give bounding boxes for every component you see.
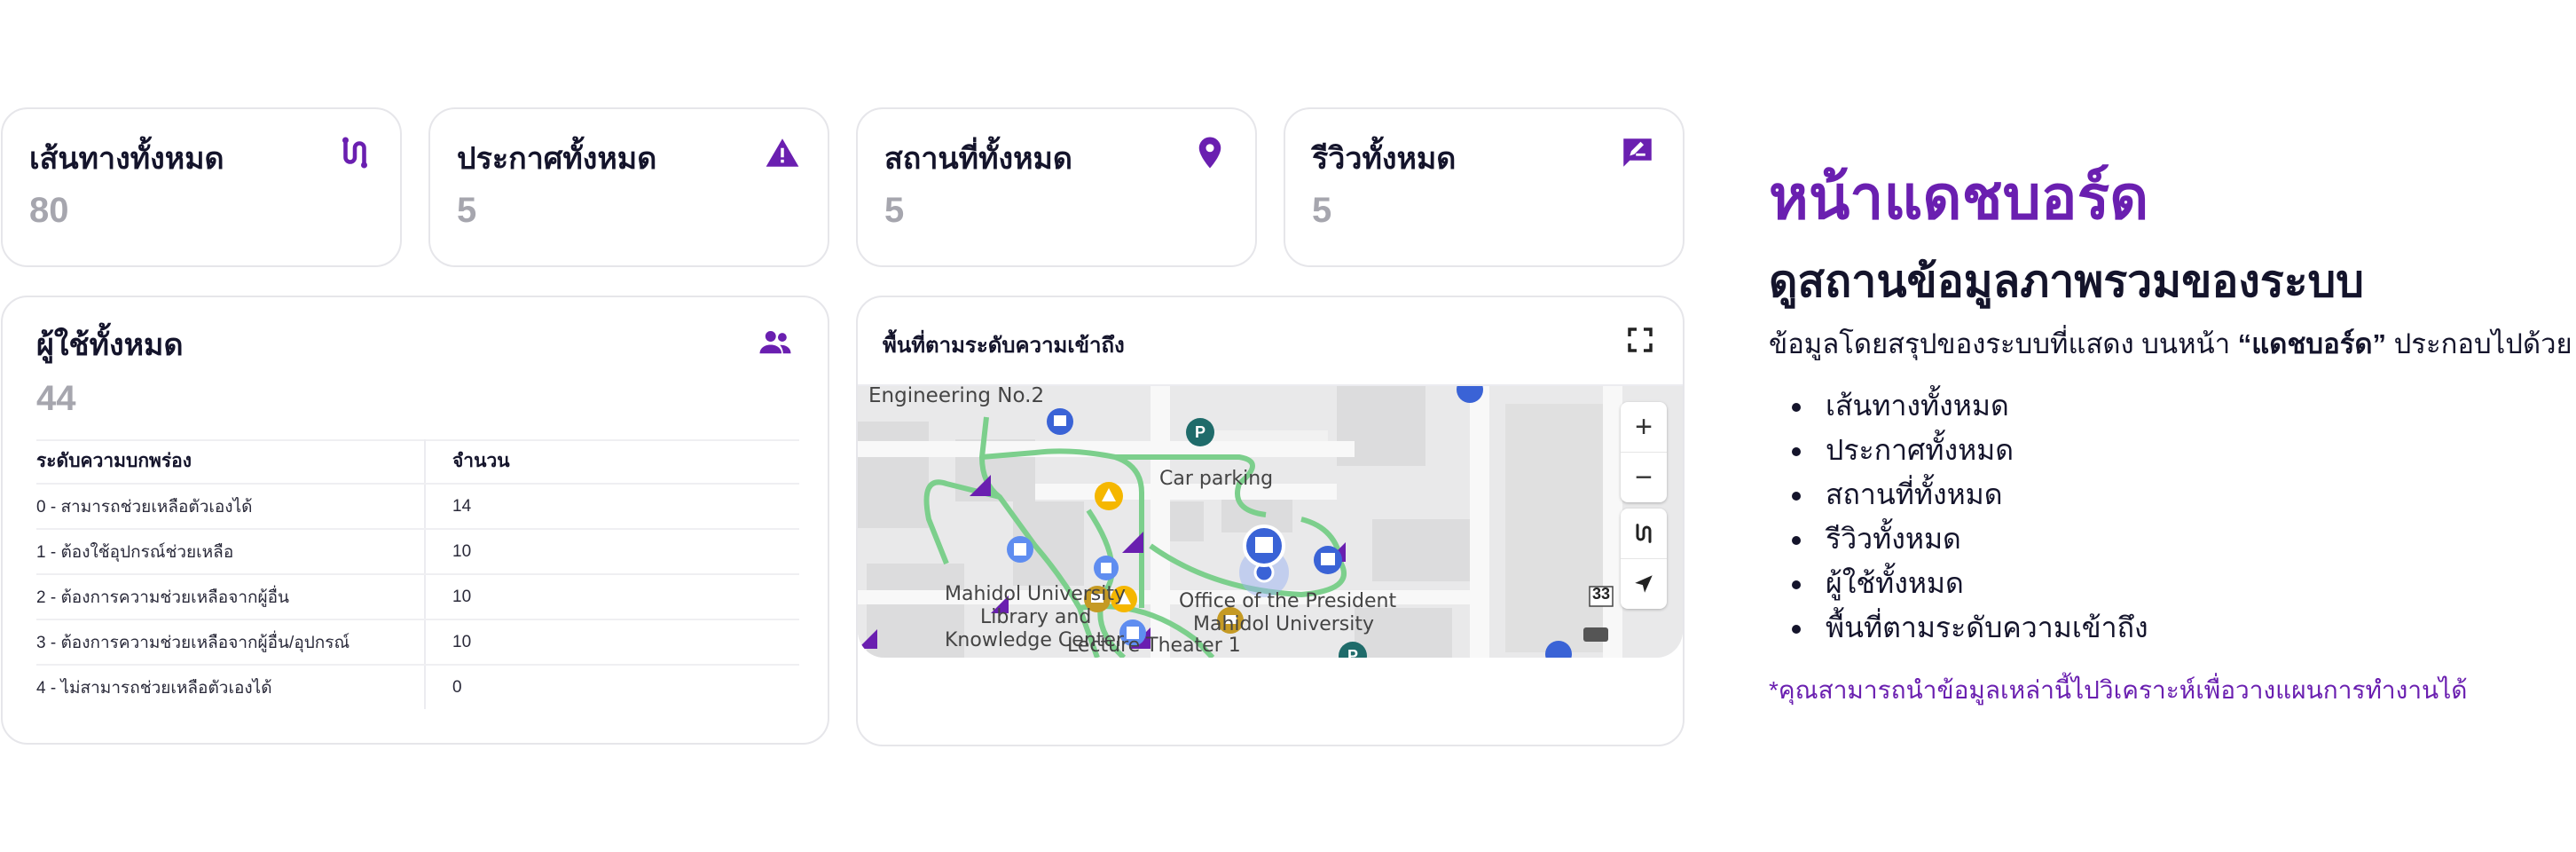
locate-button[interactable] xyxy=(1621,559,1667,609)
warning-icon xyxy=(766,138,799,167)
users-icon xyxy=(759,331,791,354)
accessibility-map-card: พื้นที่ตามระดับความเข้าถึง P P Engineeri… xyxy=(856,296,1685,746)
review-edit-icon xyxy=(1623,138,1652,167)
location-pin-icon xyxy=(1198,137,1221,169)
zoom-in-button[interactable]: + xyxy=(1621,402,1667,453)
table-row: 3 - ต้องการความช่วยเหลือจากผู้อื่น/อุปกร… xyxy=(36,619,799,666)
map-title: พื้นที่ตามระดับความเข้าถึง xyxy=(883,334,1125,358)
info-description: ข้อมูลโดยสรุปของระบบที่แสดง บนหน้า “แดชบ… xyxy=(1769,321,2572,366)
table-cell-count: 10 xyxy=(425,619,799,666)
map-label-engineering: Engineering No.2 xyxy=(868,386,1045,407)
route-toggle-button[interactable] xyxy=(1621,509,1667,559)
table-cell-level: 0 - สามารถช่วยเหลือตัวเองได้ xyxy=(36,484,426,530)
stat-card-reviews[interactable]: รีวิวทั้งหมด 5 xyxy=(1284,107,1685,267)
users-card: ผู้ใช้ทั้งหมด 44 ระดับความบกพร่อง จำนวน … xyxy=(1,296,829,745)
table-cell-count: 14 xyxy=(425,484,799,530)
map-zoom-controls: + − xyxy=(1621,402,1667,502)
table-cell-count: 0 xyxy=(452,677,462,697)
stat-value: 5 xyxy=(884,191,905,230)
impairment-table: ระดับความบกพร่อง จำนวน 0 - สามารถช่วยเหล… xyxy=(36,439,799,709)
stat-card-routes[interactable]: เส้นทางทั้งหมด 80 xyxy=(1,107,402,267)
users-value: 44 xyxy=(36,379,76,418)
table-cell-level: 1 - ต้องใช้อุปกรณ์ช่วยเหลือ xyxy=(36,529,426,575)
stat-title: เส้นทางทั้งหมด xyxy=(29,142,224,176)
svg-text:P: P xyxy=(1347,647,1358,658)
table-header-level: ระดับความบกพร่อง xyxy=(36,439,426,485)
stat-value: 5 xyxy=(1312,191,1332,230)
list-item: สถานที่ทั้งหมด xyxy=(1815,472,2148,517)
stat-value: 80 xyxy=(29,191,69,230)
list-item: ผู้ใช้ทั้งหมด xyxy=(1815,561,2148,605)
info-note: *คุณสามารถนำข้อมูลเหล่านี้ไปวิเคราะห์เพื… xyxy=(1769,676,2468,704)
info-desc-text: ข้อมูลโดยสรุปของระบบที่แสดง บนหน้า xyxy=(1769,328,2238,359)
info-desc-text-end: ประกอบไปด้วย xyxy=(2386,328,2572,359)
info-desc-bold: “แดชบอร์ด” xyxy=(2237,328,2387,359)
map-label-car-parking: Car parking xyxy=(1159,468,1274,490)
list-item: รีวิวทั้งหมด xyxy=(1815,517,2148,561)
list-item: พื้นที่ตามระดับความเข้าถึง xyxy=(1815,605,2148,650)
map-tool-controls xyxy=(1621,509,1667,609)
stat-value: 5 xyxy=(457,191,477,230)
map-label-library-line1: Mahidol University xyxy=(945,583,1127,605)
route-icon xyxy=(342,137,367,169)
table-cell-count: 10 xyxy=(425,529,799,575)
route-icon xyxy=(1636,524,1652,543)
map-label-president-line2: Mahidol University xyxy=(1193,613,1375,635)
fullscreen-icon[interactable] xyxy=(1626,326,1654,354)
table-cell-level: 3 - ต้องการความช่วยเหลือจากผู้อื่น/อุปกร… xyxy=(36,619,426,666)
stat-card-announcements[interactable]: ประกาศทั้งหมด 5 xyxy=(428,107,829,267)
table-row: 2 - ต้องการความช่วยเหลือจากผู้อื่น 10 xyxy=(36,574,799,620)
info-subtitle: ดูสถานข้อมูลภาพรวมของระบบ xyxy=(1769,256,2365,306)
table-row: 0 - สามารถช่วยเหลือตัวเองได้ 14 xyxy=(36,484,799,530)
list-item: ประกาศทั้งหมด xyxy=(1815,428,2148,472)
map-label-road-number: 33 xyxy=(1592,585,1611,603)
table-row: 1 - ต้องใช้อุปกรณ์ช่วยเหลือ 10 xyxy=(36,529,799,575)
map-header: พื้นที่ตามระดับความเข้าถึง xyxy=(858,297,1683,386)
list-item: เส้นทางทั้งหมด xyxy=(1815,383,2148,428)
stat-title: สถานที่ทั้งหมด xyxy=(884,142,1073,176)
map-view[interactable]: P P Engineering No.2 Car parking Mahidol… xyxy=(858,386,1683,658)
info-title: หน้าแดชบอร์ด xyxy=(1769,164,2149,232)
map-label-lecture: Lecture Theater 1 xyxy=(1067,635,1241,657)
table-row: 4 - ไม่สามารถช่วยเหลือตัวเองได้ 0 xyxy=(36,665,799,709)
table-cell-level: 4 - ไม่สามารถช่วยเหลือตัวเองได้ xyxy=(36,665,426,709)
stat-title: รีวิวทั้งหมด xyxy=(1312,142,1457,176)
info-list: เส้นทางทั้งหมด ประกาศทั้งหมด สถานที่ทั้ง… xyxy=(1801,383,2148,650)
zoom-out-button[interactable]: − xyxy=(1621,453,1667,502)
svg-text:P: P xyxy=(1195,423,1206,441)
table-header-row: ระดับความบกพร่อง จำนวน xyxy=(36,439,799,485)
stat-card-places[interactable]: สถานที่ทั้งหมด 5 xyxy=(856,107,1257,267)
map-label-president-line1: Office of the President xyxy=(1179,590,1397,612)
users-title: ผู้ใช้ทั้งหมด xyxy=(36,328,184,362)
table-cell-level: 2 - ต้องการความช่วยเหลือจากผู้อื่น xyxy=(36,574,426,620)
map-label-library-line2: Library and xyxy=(980,606,1092,628)
table-cell-count: 10 xyxy=(425,574,799,620)
table-header-count: จำนวน xyxy=(425,439,799,485)
navigation-arrow-icon xyxy=(1635,575,1653,593)
stat-title: ประกาศทั้งหมด xyxy=(457,142,657,176)
